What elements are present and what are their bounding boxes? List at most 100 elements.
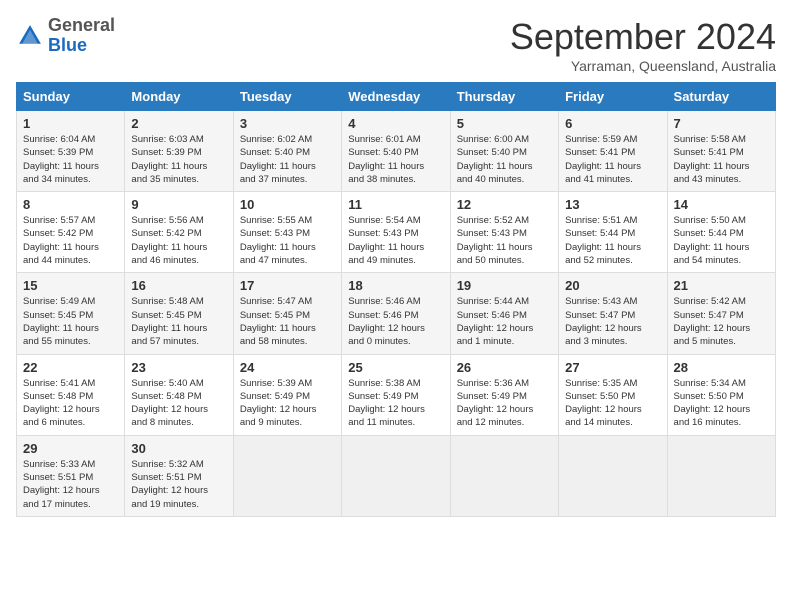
day-info: Sunrise: 5:54 AM Sunset: 5:43 PM Dayligh… bbox=[348, 214, 443, 267]
column-header-wednesday: Wednesday bbox=[342, 83, 450, 111]
day-number: 10 bbox=[240, 197, 335, 212]
day-info: Sunrise: 5:57 AM Sunset: 5:42 PM Dayligh… bbox=[23, 214, 118, 267]
column-header-saturday: Saturday bbox=[667, 83, 775, 111]
day-number: 8 bbox=[23, 197, 118, 212]
calendar-cell: 24 Sunrise: 5:39 AM Sunset: 5:49 PM Dayli… bbox=[233, 354, 341, 435]
day-number: 12 bbox=[457, 197, 552, 212]
day-number: 18 bbox=[348, 278, 443, 293]
day-info: Sunrise: 5:43 AM Sunset: 5:47 PM Dayligh… bbox=[565, 295, 660, 348]
day-info: Sunrise: 5:44 AM Sunset: 5:46 PM Dayligh… bbox=[457, 295, 552, 348]
logo-icon bbox=[16, 22, 44, 50]
day-info: Sunrise: 6:00 AM Sunset: 5:40 PM Dayligh… bbox=[457, 133, 552, 186]
calendar-cell: 3 Sunrise: 6:02 AM Sunset: 5:40 PM Daylig… bbox=[233, 111, 341, 192]
calendar-cell: 22Sunrise: 5:41 AM Sunset: 5:48 PM Dayli… bbox=[17, 354, 125, 435]
calendar-cell: 9 Sunrise: 5:56 AM Sunset: 5:42 PM Daylig… bbox=[125, 192, 233, 273]
day-info: Sunrise: 5:55 AM Sunset: 5:43 PM Dayligh… bbox=[240, 214, 335, 267]
day-info: Sunrise: 5:59 AM Sunset: 5:41 PM Dayligh… bbox=[565, 133, 660, 186]
day-number: 17 bbox=[240, 278, 335, 293]
day-number: 16 bbox=[131, 278, 226, 293]
day-info: Sunrise: 5:49 AM Sunset: 5:45 PM Dayligh… bbox=[23, 295, 118, 348]
day-info: Sunrise: 5:50 AM Sunset: 5:44 PM Dayligh… bbox=[674, 214, 769, 267]
day-info: Sunrise: 5:38 AM Sunset: 5:49 PM Dayligh… bbox=[348, 377, 443, 430]
calendar-cell: 10 Sunrise: 5:55 AM Sunset: 5:43 PM Dayli… bbox=[233, 192, 341, 273]
day-info: Sunrise: 5:56 AM Sunset: 5:42 PM Dayligh… bbox=[131, 214, 226, 267]
calendar-cell: 6 Sunrise: 5:59 AM Sunset: 5:41 PM Daylig… bbox=[559, 111, 667, 192]
calendar-cell: 28 Sunrise: 5:34 AM Sunset: 5:50 PM Dayli… bbox=[667, 354, 775, 435]
calendar-cell bbox=[450, 435, 558, 516]
day-number: 14 bbox=[674, 197, 769, 212]
calendar-cell: 30 Sunrise: 5:32 AM Sunset: 5:51 PM Dayli… bbox=[125, 435, 233, 516]
calendar-cell bbox=[559, 435, 667, 516]
day-info: Sunrise: 5:34 AM Sunset: 5:50 PM Dayligh… bbox=[674, 377, 769, 430]
page-header: General Blue September 2024 Yarraman, Qu… bbox=[16, 16, 776, 74]
day-info: Sunrise: 5:47 AM Sunset: 5:45 PM Dayligh… bbox=[240, 295, 335, 348]
day-number: 11 bbox=[348, 197, 443, 212]
column-header-thursday: Thursday bbox=[450, 83, 558, 111]
day-number: 13 bbox=[565, 197, 660, 212]
calendar-cell: 4Sunrise: 6:01 AM Sunset: 5:40 PM Daylig… bbox=[342, 111, 450, 192]
calendar-cell: 20 Sunrise: 5:43 AM Sunset: 5:47 PM Dayli… bbox=[559, 273, 667, 354]
day-number: 3 bbox=[240, 116, 335, 131]
day-number: 27 bbox=[565, 360, 660, 375]
day-number: 26 bbox=[457, 360, 552, 375]
month-title: September 2024 bbox=[510, 16, 776, 58]
calendar-cell: 26Sunrise: 5:36 AM Sunset: 5:49 PM Dayli… bbox=[450, 354, 558, 435]
calendar-cell: 2Sunrise: 6:03 AM Sunset: 5:39 PM Daylig… bbox=[125, 111, 233, 192]
day-number: 28 bbox=[674, 360, 769, 375]
day-info: Sunrise: 5:39 AM Sunset: 5:49 PM Dayligh… bbox=[240, 377, 335, 430]
title-block: September 2024 Yarraman, Queensland, Aus… bbox=[510, 16, 776, 74]
column-header-tuesday: Tuesday bbox=[233, 83, 341, 111]
day-info: Sunrise: 5:51 AM Sunset: 5:44 PM Dayligh… bbox=[565, 214, 660, 267]
day-number: 6 bbox=[565, 116, 660, 131]
calendar-body: 1 Sunrise: 6:04 AM Sunset: 5:39 PM Daylig… bbox=[17, 111, 776, 517]
column-header-sunday: Sunday bbox=[17, 83, 125, 111]
day-number: 30 bbox=[131, 441, 226, 456]
logo-general: General bbox=[48, 15, 115, 35]
calendar-cell: 19 Sunrise: 5:44 AM Sunset: 5:46 PM Dayli… bbox=[450, 273, 558, 354]
day-info: Sunrise: 5:52 AM Sunset: 5:43 PM Dayligh… bbox=[457, 214, 552, 267]
day-info: Sunrise: 5:48 AM Sunset: 5:45 PM Dayligh… bbox=[131, 295, 226, 348]
day-info: Sunrise: 6:04 AM Sunset: 5:39 PM Dayligh… bbox=[23, 133, 118, 186]
column-header-friday: Friday bbox=[559, 83, 667, 111]
calendar-cell: 5 Sunrise: 6:00 AM Sunset: 5:40 PM Daylig… bbox=[450, 111, 558, 192]
day-number: 15 bbox=[23, 278, 118, 293]
day-number: 19 bbox=[457, 278, 552, 293]
day-info: Sunrise: 6:02 AM Sunset: 5:40 PM Dayligh… bbox=[240, 133, 335, 186]
day-info: Sunrise: 5:33 AM Sunset: 5:51 PM Dayligh… bbox=[23, 458, 118, 511]
calendar-cell: 25Sunrise: 5:38 AM Sunset: 5:49 PM Dayli… bbox=[342, 354, 450, 435]
calendar-cell: 29 Sunrise: 5:33 AM Sunset: 5:51 PM Dayli… bbox=[17, 435, 125, 516]
calendar-cell: 11 Sunrise: 5:54 AM Sunset: 5:43 PM Dayli… bbox=[342, 192, 450, 273]
calendar-cell: 8 Sunrise: 5:57 AM Sunset: 5:42 PM Daylig… bbox=[17, 192, 125, 273]
day-number: 21 bbox=[674, 278, 769, 293]
calendar-cell bbox=[667, 435, 775, 516]
day-info: Sunrise: 6:01 AM Sunset: 5:40 PM Dayligh… bbox=[348, 133, 443, 186]
logo-text: General Blue bbox=[48, 16, 115, 56]
day-info: Sunrise: 6:03 AM Sunset: 5:39 PM Dayligh… bbox=[131, 133, 226, 186]
day-info: Sunrise: 5:35 AM Sunset: 5:50 PM Dayligh… bbox=[565, 377, 660, 430]
day-number: 24 bbox=[240, 360, 335, 375]
calendar-cell: 23 Sunrise: 5:40 AM Sunset: 5:48 PM Dayli… bbox=[125, 354, 233, 435]
day-number: 7 bbox=[674, 116, 769, 131]
calendar-cell: 7Sunrise: 5:58 AM Sunset: 5:41 PM Daylig… bbox=[667, 111, 775, 192]
day-number: 20 bbox=[565, 278, 660, 293]
calendar-cell: 14 Sunrise: 5:50 AM Sunset: 5:44 PM Dayli… bbox=[667, 192, 775, 273]
day-number: 5 bbox=[457, 116, 552, 131]
day-number: 29 bbox=[23, 441, 118, 456]
day-info: Sunrise: 5:32 AM Sunset: 5:51 PM Dayligh… bbox=[131, 458, 226, 511]
calendar-cell: 12 Sunrise: 5:52 AM Sunset: 5:43 PM Dayli… bbox=[450, 192, 558, 273]
calendar-cell: 16 Sunrise: 5:48 AM Sunset: 5:45 PM Dayli… bbox=[125, 273, 233, 354]
calendar-header: SundayMondayTuesdayWednesdayThursdayFrid… bbox=[17, 83, 776, 111]
day-number: 1 bbox=[23, 116, 118, 131]
calendar-cell: 15 Sunrise: 5:49 AM Sunset: 5:45 PM Dayli… bbox=[17, 273, 125, 354]
logo-blue: Blue bbox=[48, 35, 87, 55]
day-info: Sunrise: 5:46 AM Sunset: 5:46 PM Dayligh… bbox=[348, 295, 443, 348]
calendar-cell bbox=[233, 435, 341, 516]
calendar-cell: 18 Sunrise: 5:46 AM Sunset: 5:46 PM Dayli… bbox=[342, 273, 450, 354]
day-number: 23 bbox=[131, 360, 226, 375]
calendar-cell bbox=[342, 435, 450, 516]
calendar-cell: 13 Sunrise: 5:51 AM Sunset: 5:44 PM Dayli… bbox=[559, 192, 667, 273]
day-number: 9 bbox=[131, 197, 226, 212]
day-info: Sunrise: 5:40 AM Sunset: 5:48 PM Dayligh… bbox=[131, 377, 226, 430]
calendar-table: SundayMondayTuesdayWednesdayThursdayFrid… bbox=[16, 82, 776, 517]
day-info: Sunrise: 5:41 AM Sunset: 5:48 PM Dayligh… bbox=[23, 377, 118, 430]
